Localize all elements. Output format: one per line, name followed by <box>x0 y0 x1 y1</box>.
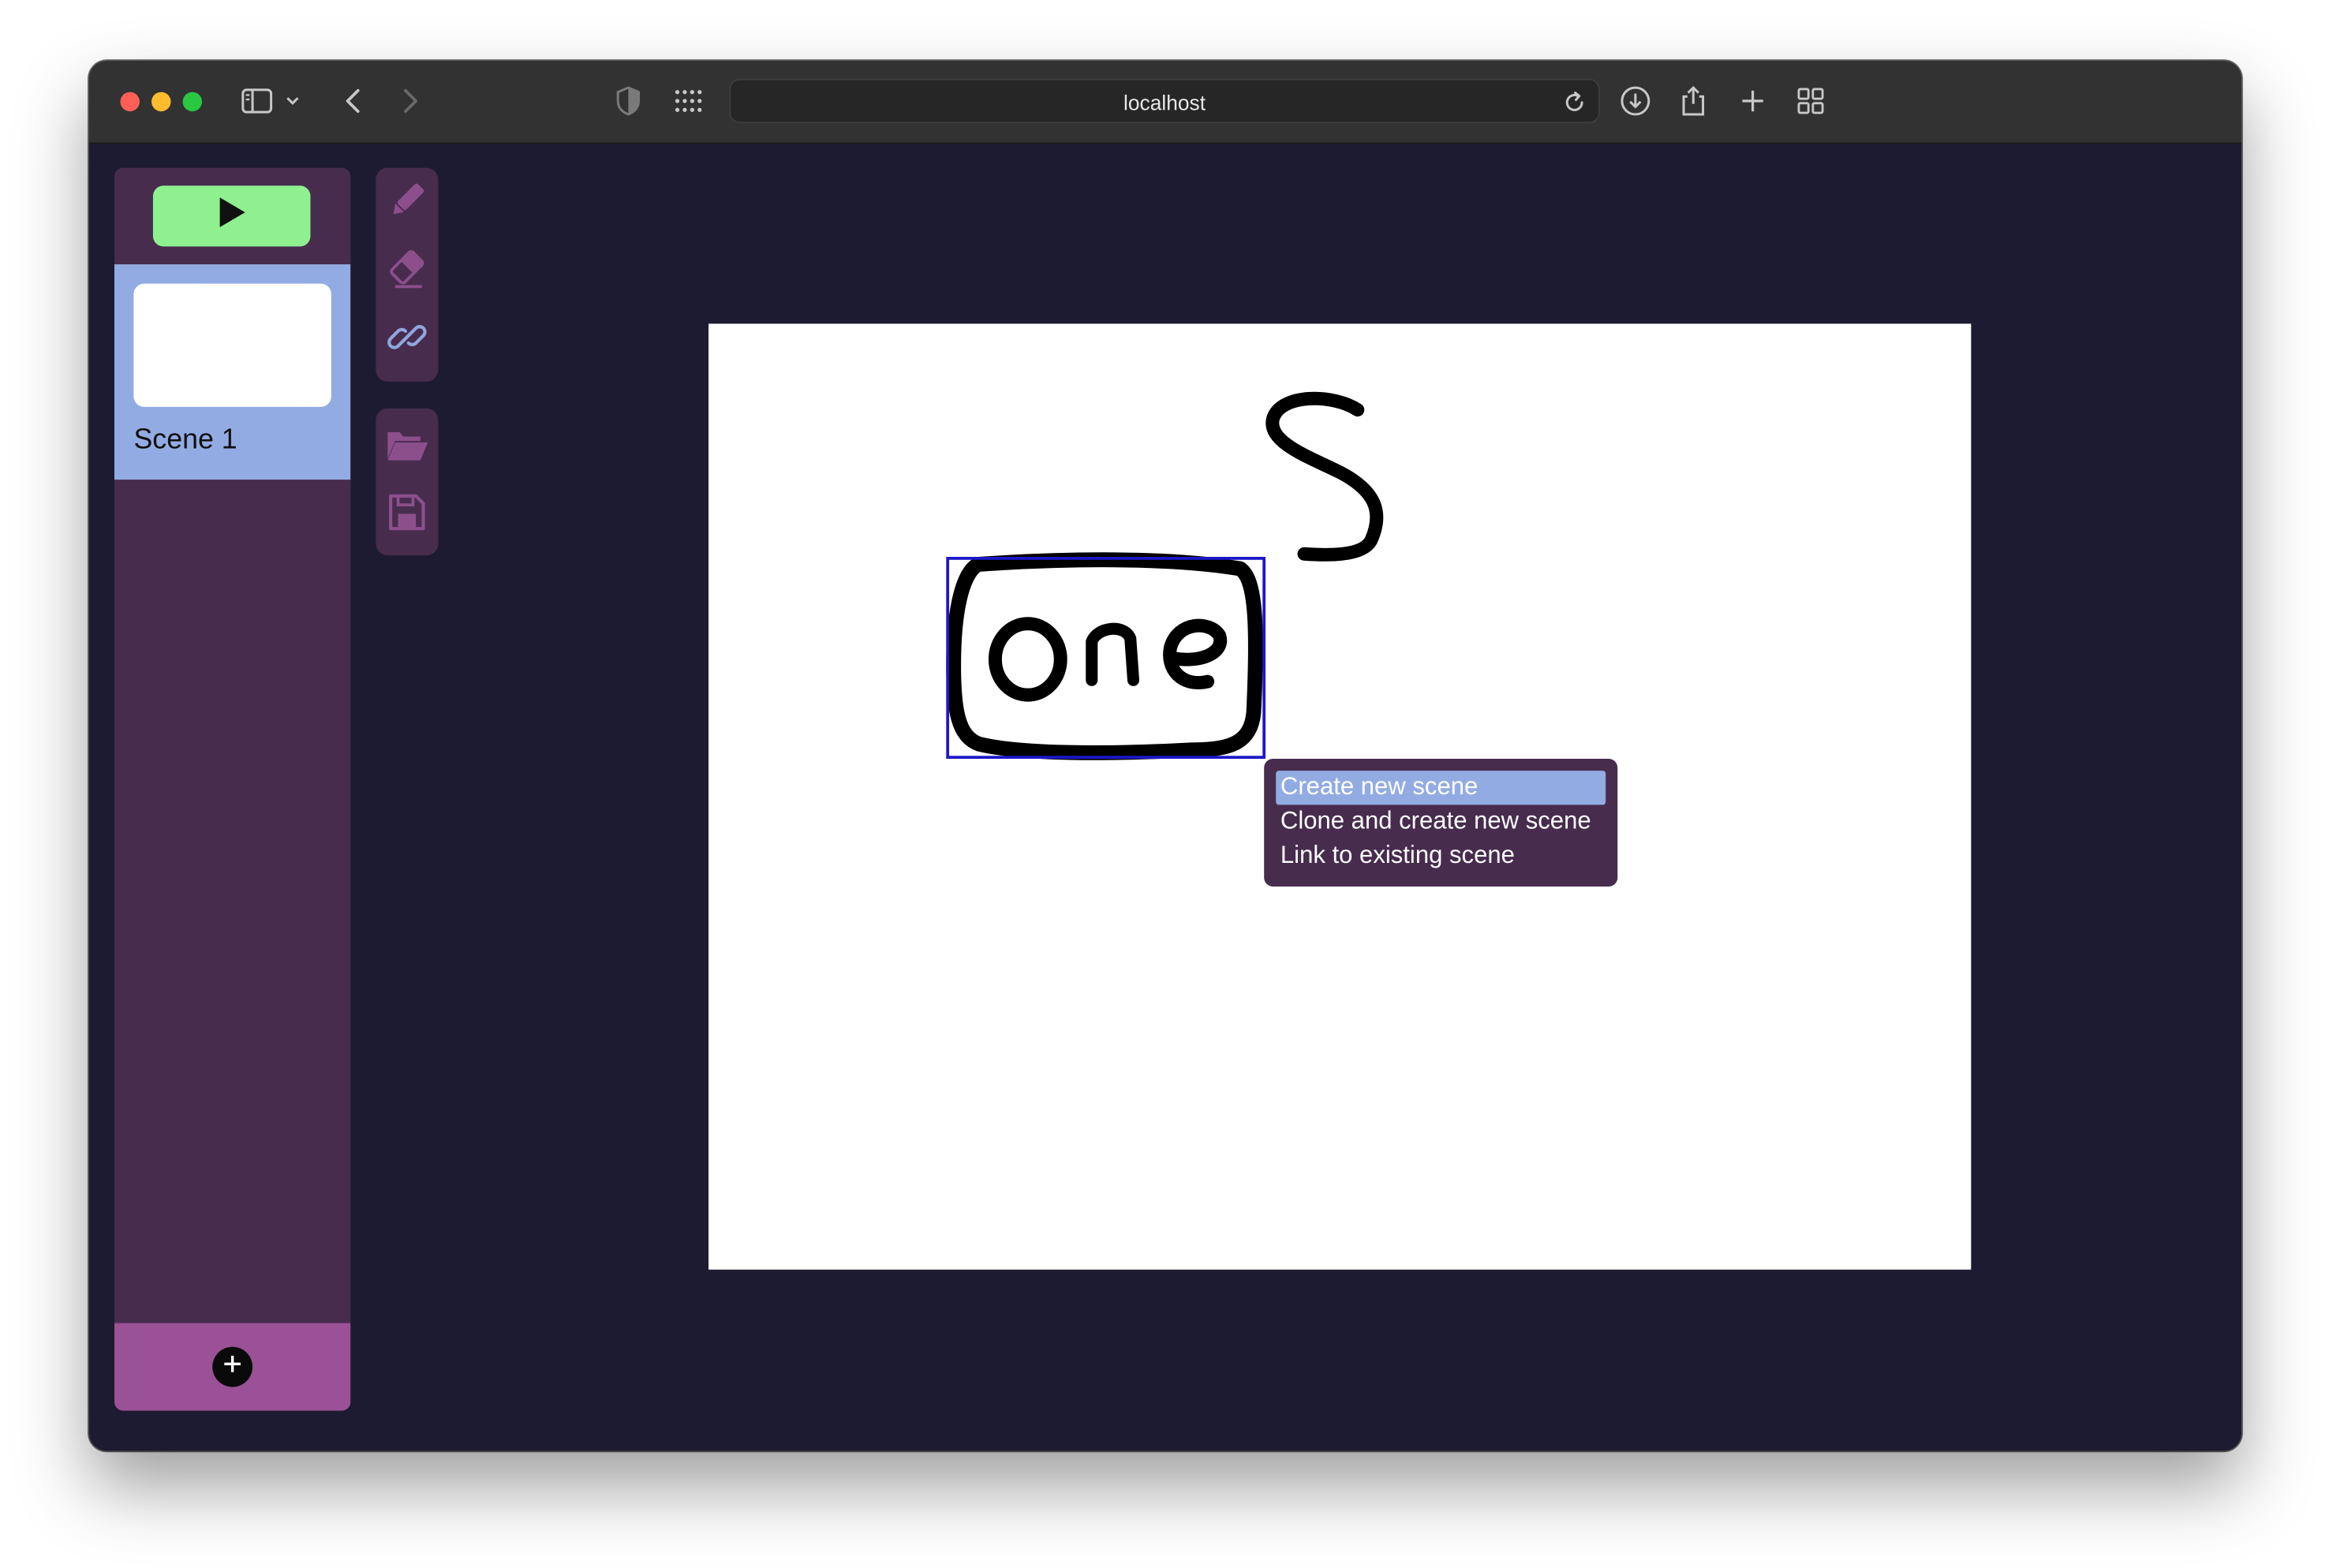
browser-window: localhost Scene 1 Create new scene Clone… <box>88 61 2241 1451</box>
save-icon <box>387 491 428 539</box>
menu-item-create-new-scene[interactable]: Create new scene <box>1276 771 1606 805</box>
scene-link-menu: Create new scene Clone and create new sc… <box>1264 759 1618 887</box>
address-bar[interactable]: localhost <box>729 78 1600 124</box>
pencil-icon <box>387 179 428 228</box>
download-icon[interactable] <box>1616 82 1654 121</box>
play-icon <box>217 196 247 237</box>
hand-drawn-e <box>1163 618 1228 689</box>
pencil-tool-button[interactable] <box>383 180 431 227</box>
open-file-button[interactable] <box>383 424 431 472</box>
back-icon[interactable] <box>335 82 373 121</box>
scene-label: Scene 1 <box>133 424 237 456</box>
reload-icon[interactable] <box>1560 88 1590 118</box>
play-button[interactable] <box>152 185 311 247</box>
add-scene-bar <box>114 1323 351 1411</box>
scenes-panel: Scene 1 <box>114 167 351 1411</box>
share-icon[interactable] <box>1674 82 1713 121</box>
hand-drawn-s-stroke <box>1265 391 1384 562</box>
hand-drawn-o <box>988 617 1067 702</box>
link-icon <box>387 315 428 364</box>
add-scene-button[interactable] <box>212 1346 253 1387</box>
scene-item[interactable]: Scene 1 <box>114 264 351 480</box>
screenshot-root: localhost Scene 1 Create new scene Clone… <box>0 0 2329 1568</box>
drawing-tools <box>376 167 439 382</box>
file-tools <box>376 408 439 556</box>
hand-drawn-n <box>1086 622 1140 686</box>
plus-icon <box>222 1353 241 1380</box>
eraser-tool-button[interactable] <box>383 249 431 297</box>
zoom-window-button[interactable] <box>182 91 203 112</box>
folder-open-icon <box>385 425 429 471</box>
minimize-window-button[interactable] <box>151 91 171 112</box>
save-file-button[interactable] <box>383 491 431 539</box>
url-text: localhost <box>1123 90 1206 114</box>
tabs-overview-icon[interactable] <box>1792 82 1830 121</box>
scene-thumbnail <box>133 283 331 407</box>
sidebar-icon[interactable] <box>237 82 276 121</box>
menu-item-link-to-existing-scene[interactable]: Link to existing scene <box>1276 839 1606 873</box>
shield-icon[interactable] <box>609 82 648 121</box>
close-window-button[interactable] <box>120 91 140 112</box>
browser-toolbar: localhost <box>88 61 2241 144</box>
menu-item-clone-and-create-new-scene[interactable]: Clone and create new scene <box>1276 805 1606 838</box>
scene-canvas[interactable]: Create new scene Clone and create new sc… <box>708 323 1972 1270</box>
plus-icon[interactable] <box>1733 82 1772 121</box>
chevron-down-icon[interactable] <box>282 82 303 121</box>
app-viewport: Scene 1 Create new scene Clone and creat… <box>88 144 2241 1451</box>
eraser-icon <box>387 248 428 297</box>
link-tool-button[interactable] <box>383 316 431 364</box>
grid-icon[interactable] <box>670 82 708 121</box>
forward-icon[interactable] <box>391 82 429 121</box>
